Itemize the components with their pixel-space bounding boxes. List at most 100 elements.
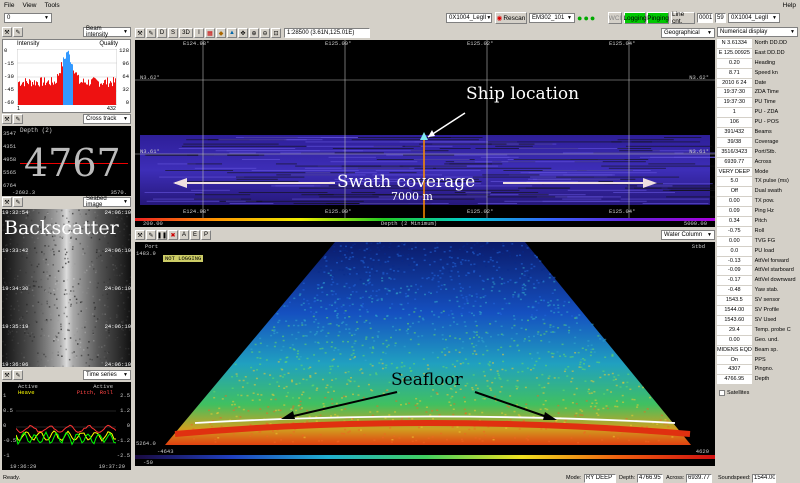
view-3d-button[interactable]: 3D — [179, 28, 193, 38]
view-p-button[interactable]: P — [201, 230, 211, 240]
delete-icon[interactable]: ✖ — [168, 230, 178, 240]
config-icon[interactable]: ⚒ — [135, 28, 145, 38]
water-column-toolbar: ⚒ ✎ ❚❚ ✖ A E P Water Column ▼ — [135, 229, 715, 241]
line-count-field[interactable]: 0001 — [697, 13, 713, 23]
water-column-fan — [165, 242, 691, 445]
tools-icon[interactable]: ✎ — [13, 27, 23, 37]
axis-tick-label: 2.5 — [120, 392, 130, 399]
intensity-bar — [82, 82, 83, 105]
intensity-bar — [102, 84, 103, 105]
time-series-select[interactable]: Time series ▼ — [83, 370, 131, 380]
intensity-bar — [25, 78, 26, 105]
numerical-name: Roll — [754, 227, 765, 234]
view-2d-button[interactable]: D — [157, 28, 167, 38]
wci-button[interactable]: WCI — [608, 12, 622, 24]
record-icon[interactable]: ● — [590, 12, 595, 24]
numerical-row: VERY DEEP Mode — [717, 167, 798, 178]
sonar-select[interactable]: EM302_101 ▼ — [529, 13, 575, 23]
zoom-out-icon[interactable]: ⊖ — [260, 28, 270, 38]
logging-button[interactable]: Logging — [623, 12, 647, 24]
water-column-view[interactable]: Port Stbd 1483.9 NOT LOGGING 5264.0 -464… — [135, 242, 715, 455]
time-series-plot: Active Active Heave Pitch, Roll 1 0.5 0 -0.… — [2, 382, 131, 470]
intensity-bar — [77, 75, 78, 105]
view-e-button[interactable]: E — [190, 230, 200, 240]
beam-intensity-select[interactable]: Beam intensity ▼ — [83, 26, 131, 38]
tools-icon[interactable]: ✎ — [13, 197, 23, 207]
intensity-bar — [63, 57, 64, 105]
grid-icon[interactable]: ▦ — [205, 28, 215, 38]
numerical-name: Yaw stab. — [754, 287, 779, 294]
numerical-row: 29.4 Temp. probe C — [717, 325, 798, 336]
view-a-button[interactable]: A — [179, 230, 189, 240]
satellites-checkbox[interactable]: Satellites — [719, 390, 749, 396]
tools-icon[interactable]: ✎ — [13, 114, 23, 124]
survey-select-2[interactable]: 0X1004_LegII ▼ — [728, 13, 780, 23]
time-series-right-axis: 2.5 1.2 0 -1.2 -2.5 — [116, 392, 130, 459]
seabed-image-select[interactable]: Seabed image ▼ — [83, 196, 131, 208]
axis-tick-label: -45 — [4, 86, 14, 93]
intensity-bar — [59, 73, 60, 105]
time-series-panel: ⚒ ✎ Time series ▼ Active Active Heave Pit… — [0, 370, 133, 472]
geographical-select[interactable]: Geographical ▼ — [661, 28, 715, 38]
survey-select[interactable]: 0X1004_LegII ▼ — [446, 13, 492, 23]
intensity-bar — [75, 72, 76, 105]
menu-tools[interactable]: Tools — [44, 2, 59, 9]
zoom-fit-icon[interactable]: ⊡ — [271, 28, 281, 38]
intensity-bar — [56, 82, 57, 105]
numerical-row: 0.20 Heading — [717, 58, 798, 69]
numerical-value: -0.13 — [717, 256, 753, 266]
numerical-value: -0.48 — [717, 286, 753, 296]
info-button[interactable]: I — [194, 28, 204, 38]
config-icon[interactable]: ⚒ — [2, 197, 12, 207]
tools-icon[interactable]: ✎ — [13, 370, 23, 380]
numerical-row: 1543.60 SV Used — [717, 315, 798, 326]
numerical-value: 0.00 — [717, 236, 753, 246]
cross-track-select[interactable]: Cross track ▼ — [83, 114, 131, 124]
numerical-display-panel: Numerical display ▼ N 3.61334 North DD.DD E… — [717, 27, 800, 472]
water-column-select[interactable]: Water Column ▼ — [661, 230, 715, 240]
numerical-display-select[interactable]: Numerical display ▼ — [717, 27, 798, 37]
pinging-button[interactable]: Pinging — [647, 12, 669, 24]
numerical-row: 19:37:30 ZDA Time — [717, 88, 798, 99]
menu-file[interactable]: File — [4, 2, 14, 9]
intensity-bar — [71, 63, 72, 105]
x-left-tick: -2602.3 — [12, 189, 36, 196]
geo-map[interactable]: E124.98° E125.00° E125.02° E125.04° N3.62° … — [135, 40, 715, 218]
intensity-bar — [28, 84, 29, 105]
line-count-button[interactable]: Line cnt. — [671, 11, 695, 25]
play-icon[interactable]: ● — [577, 12, 582, 24]
zoom-in-icon[interactable]: ⊕ — [249, 28, 259, 38]
lon-label: E125.00° — [325, 208, 352, 215]
time-series-left-axis: 1 0.5 0 -0.5 -1 — [3, 392, 16, 459]
rescan-button[interactable]: ◉ Rescan — [495, 12, 527, 24]
ship-icon[interactable]: ▲ — [227, 28, 237, 38]
numerical-value: 39/38 — [717, 137, 753, 147]
ping-icon[interactable]: ● — [583, 12, 588, 24]
pause-icon[interactable]: ❚❚ — [157, 230, 167, 240]
x-right-tick: 3570. — [110, 189, 127, 196]
menu-view[interactable]: View — [22, 2, 36, 9]
intensity-bar — [80, 82, 81, 105]
intensity-bar — [95, 78, 96, 105]
axis-tick-label: 19:32:54 — [2, 209, 29, 216]
menu-help[interactable]: Help — [783, 2, 796, 9]
status-mode-value: RY DEEP — [584, 473, 616, 483]
layers-icon[interactable]: ◆ — [216, 28, 226, 38]
pan-icon[interactable]: ✥ — [238, 28, 248, 38]
intensity-bar — [106, 84, 107, 105]
checkbox-icon[interactable] — [719, 390, 725, 396]
config-icon[interactable]: ⚒ — [2, 370, 12, 380]
tools-icon[interactable]: ✎ — [146, 28, 156, 38]
time-right-tick: 19:37:29 — [98, 463, 125, 470]
config-icon[interactable]: ⚒ — [135, 230, 145, 240]
view-s-button[interactable]: S — [168, 28, 178, 38]
numerical-value: 1543.60 — [717, 315, 753, 325]
tools-icon[interactable]: ✎ — [146, 230, 156, 240]
left-select[interactable]: 0 ▼ — [4, 13, 52, 23]
intensity-bar — [33, 84, 34, 105]
config-icon[interactable]: ⚒ — [2, 27, 12, 37]
config-icon[interactable]: ⚒ — [2, 114, 12, 124]
line-number-field[interactable]: 59 — [715, 13, 726, 23]
intensity-bar — [26, 81, 27, 105]
beam-intensity-panel: ⚒ ✎ Beam intensity ▼ Intensity Quality 0 -… — [0, 26, 133, 113]
